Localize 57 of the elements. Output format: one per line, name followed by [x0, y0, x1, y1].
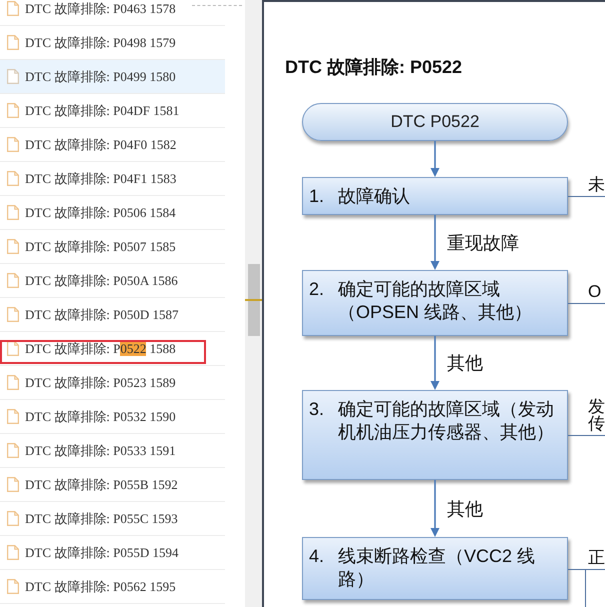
file-icon [7, 103, 19, 118]
list-item[interactable]: DTC 故障排除: P055C 1593 [0, 502, 225, 536]
branch-label: 未 [588, 176, 605, 193]
list-item[interactable]: DTC 故障排除: P04DF 1581 [0, 94, 225, 128]
connector-line [568, 303, 605, 304]
list-item[interactable]: DTC 故障排除: P0562 1595 [0, 570, 225, 604]
list-item[interactable]: DTC 故障排除: P04F1 1583 [0, 162, 225, 196]
file-icon [7, 545, 19, 560]
file-icon [7, 137, 19, 152]
list-item[interactable]: DTC 故障排除: P050D 1587 [0, 298, 225, 332]
arrow-label: 其他 [446, 498, 483, 520]
branch-label: O [588, 283, 602, 300]
branch-label: 正 [588, 548, 605, 566]
file-icon [7, 239, 19, 254]
file-icon [7, 477, 19, 492]
arrow-label: 重现故障 [446, 232, 519, 254]
list-item[interactable]: DTC 故障排除: P0533 1591 [0, 434, 225, 468]
list-item[interactable]: DTC 故障排除: P055B 1592 [0, 468, 225, 502]
branch-label: 发 传 [588, 398, 605, 432]
file-icon [7, 35, 19, 50]
connector-arrow [429, 215, 441, 270]
connector-line [568, 435, 605, 436]
list-item[interactable]: DTC 故障排除: P0532 1590 [0, 400, 225, 434]
file-icon [7, 69, 19, 84]
file-icon [7, 341, 19, 356]
document-title: DTC 故障排除: P0522 [285, 56, 462, 78]
file-icon [7, 409, 19, 424]
connector-arrow [429, 480, 441, 537]
list-item[interactable]: DTC 故障排除: P0506 1584 [0, 196, 225, 230]
list-item[interactable]: DTC 故障排除: P0499 1580 [0, 60, 225, 94]
flowchart-step: 4. 线束断路检查（VCC2 线路） [302, 537, 568, 600]
connector-arrow [429, 141, 441, 177]
flowchart-step: 2. 确定可能的故障区域（OPSEN 线路、其他） [302, 270, 568, 336]
file-icon [7, 375, 19, 390]
list-item[interactable]: DTC 故障排除: P0507 1585 [0, 230, 225, 264]
list-item[interactable]: DTC 故障排除: P0463 1578 [0, 0, 225, 26]
list-item[interactable]: DTC 故障排除: P050A 1586 [0, 264, 225, 298]
list-item[interactable]: DTC 故障排除: P0523 1589 [0, 366, 225, 400]
file-icon [7, 171, 19, 186]
connector-arrow [429, 336, 441, 390]
file-icon [7, 273, 19, 288]
file-icon [7, 511, 19, 526]
list-item[interactable]: DTC 故障排除: P04F0 1582 [0, 128, 225, 162]
arrow-label: 其他 [446, 352, 483, 374]
file-icon [7, 307, 19, 322]
flowchart-step: 3. 确定可能的故障区域（发动机机油压力传感器、其他） [302, 390, 568, 480]
file-icon [7, 579, 19, 594]
connector-line [568, 568, 605, 607]
file-icon [7, 443, 19, 458]
flowchart-step: 1. 故障确认 [302, 177, 568, 215]
connector-line [568, 196, 605, 197]
scrollbar-thumb[interactable] [248, 264, 260, 336]
list-item[interactable]: DTC 故障排除: P0522 1588 [0, 332, 225, 366]
list-item[interactable]: DTC 故障排除: P055D 1594 [0, 536, 225, 570]
splitter-marker [245, 299, 262, 301]
flowchart-start: DTC P0522 [302, 103, 568, 141]
file-icon [7, 205, 19, 220]
